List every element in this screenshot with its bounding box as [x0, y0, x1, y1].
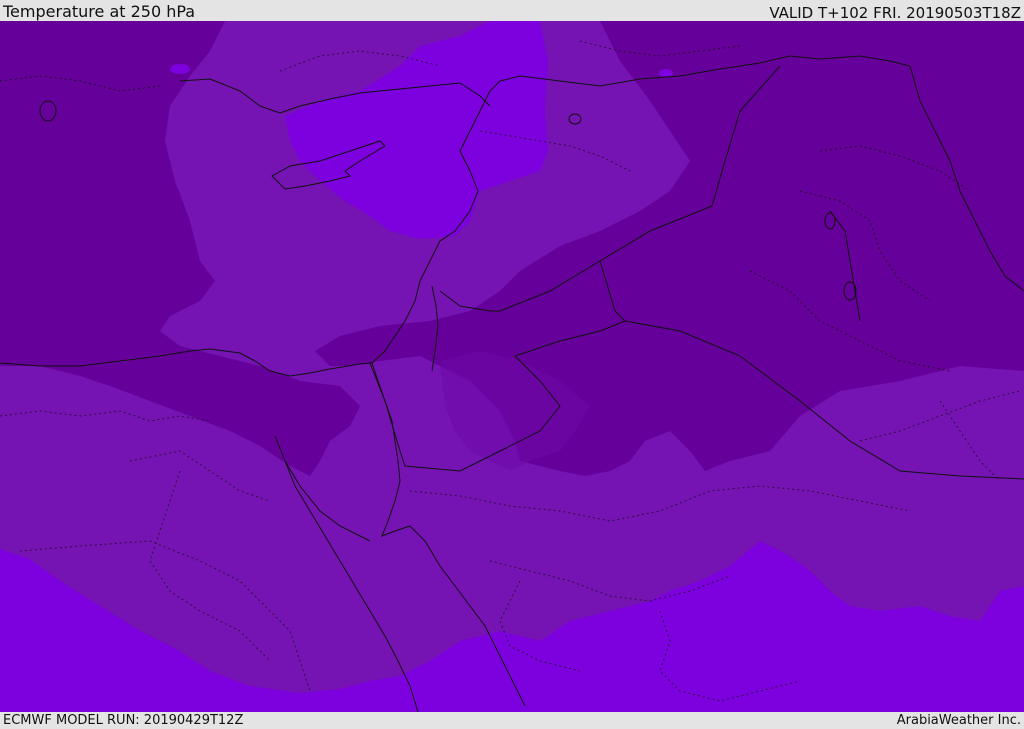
title-bar: Temperature at 250 hPa VALID T+102 FRI. …	[0, 0, 1024, 22]
map-canvas	[0, 21, 1024, 712]
footer-bar: ECMWF MODEL RUN: 20190429T12Z ArabiaWeat…	[0, 712, 1024, 729]
credit-label: ArabiaWeather Inc.	[896, 713, 1021, 728]
map-title: Temperature at 250 hPa	[3, 2, 196, 21]
weather-map	[0, 21, 1024, 712]
model-run-label: ECMWF MODEL RUN: 20190429T12Z	[3, 713, 244, 728]
valid-time: VALID T+102 FRI. 20190503T18Z	[769, 4, 1021, 22]
field-bright-blob	[659, 69, 673, 77]
field-bright-blob-2	[170, 64, 190, 74]
